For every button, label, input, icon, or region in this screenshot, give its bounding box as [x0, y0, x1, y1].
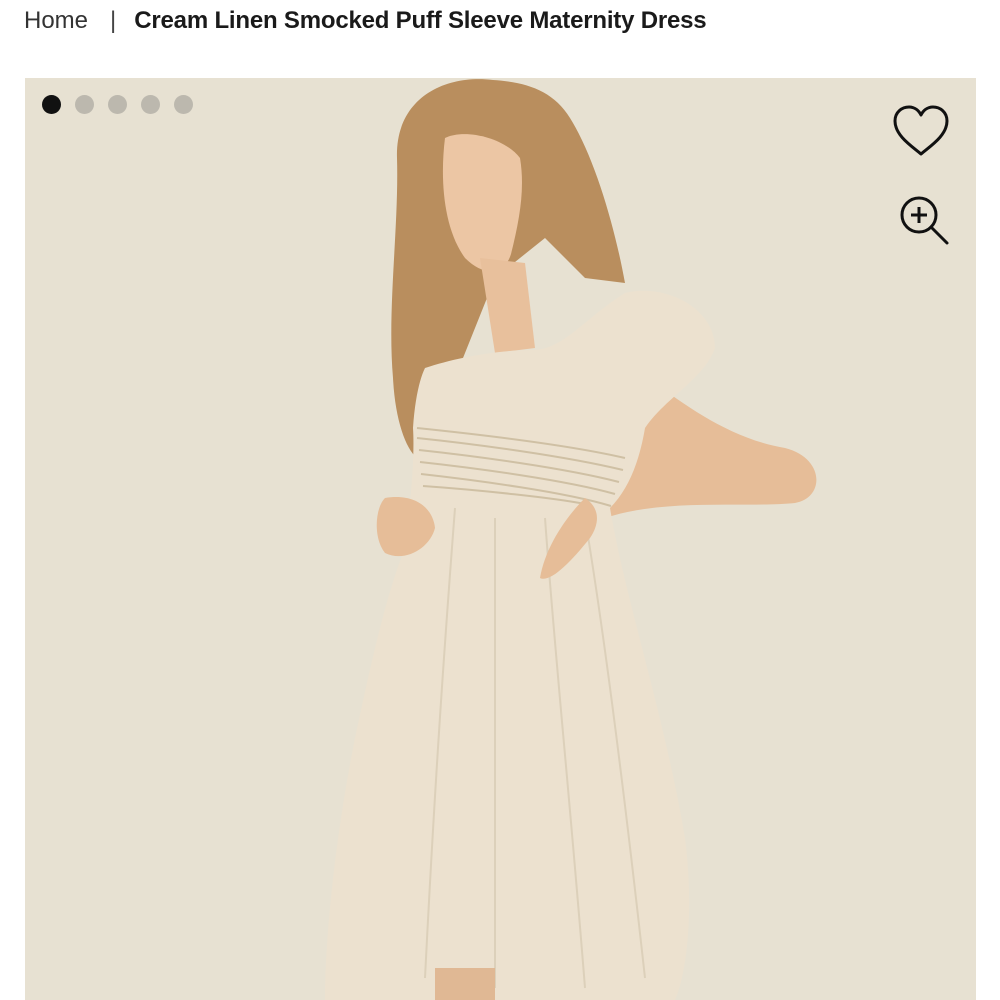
breadcrumb: Home | Cream Linen Smocked Puff Sleeve M… [24, 4, 707, 38]
heart-icon [893, 105, 949, 156]
model-legs [435, 968, 495, 1000]
breadcrumb-separator: | [110, 7, 117, 34]
gallery-dot-2[interactable] [75, 95, 94, 114]
add-to-wishlist-button[interactable] [891, 103, 951, 159]
product-photo[interactable] [25, 78, 976, 1000]
zoom-image-button[interactable] [897, 193, 951, 247]
product-image-gallery[interactable] [25, 78, 976, 1000]
gallery-dot-1[interactable] [42, 95, 61, 114]
gallery-pagination [42, 95, 193, 114]
breadcrumb-current-page: Cream Linen Smocked Puff Sleeve Maternit… [134, 7, 707, 34]
gallery-dot-4[interactable] [141, 95, 160, 114]
zoom-in-icon [900, 196, 949, 245]
breadcrumb-home-link[interactable]: Home [24, 7, 88, 35]
gallery-dot-3[interactable] [108, 95, 127, 114]
gallery-dot-5[interactable] [174, 95, 193, 114]
